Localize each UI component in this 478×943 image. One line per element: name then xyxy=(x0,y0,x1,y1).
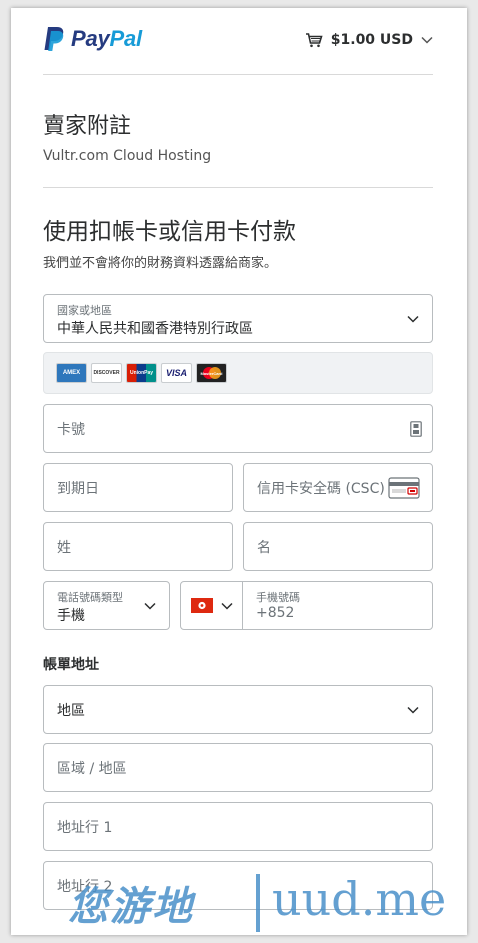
discover-card-icon: DISCOVER xyxy=(91,363,122,383)
amex-card-label: AMEX xyxy=(62,370,81,376)
region-value: 地區 xyxy=(57,702,85,719)
hong-kong-flag-icon xyxy=(191,598,213,613)
phone-type-value: 手機 xyxy=(57,608,85,624)
region-select[interactable]: 地區 xyxy=(43,685,433,734)
expiry-input[interactable]: 到期日 xyxy=(43,463,233,512)
csc-placeholder: 信用卡安全碼 (CSC) xyxy=(257,480,385,497)
mobile-number-prefix: +852 xyxy=(256,605,295,621)
mastercard-card-label: MasterCard xyxy=(200,370,223,376)
cart-amount: $1.00 USD xyxy=(330,32,413,48)
area-placeholder: 區域 / 地區 xyxy=(57,760,127,777)
chevron-down-icon xyxy=(407,315,419,323)
payment-subtitle: 我們並不會將你的財務資料透露給商家。 xyxy=(43,256,278,271)
paypal-wordmark: PayPal xyxy=(71,26,142,52)
address-line1-input[interactable]: 地址行 1 xyxy=(43,802,433,851)
checkout-card: PayPal $1.00 USD 賣家附註 Vultr.com Cloud Ho… xyxy=(11,8,467,935)
divider xyxy=(43,74,433,75)
card-number-placeholder: 卡號 xyxy=(57,421,85,438)
address-line1-placeholder: 地址行 1 xyxy=(57,819,113,836)
billing-address-title: 帳單地址 xyxy=(43,657,99,673)
visa-card-label: VISA xyxy=(165,368,187,378)
first-name-placeholder: 名 xyxy=(257,539,271,556)
logo-pal: Pal xyxy=(109,26,143,51)
paypal-mark-icon xyxy=(44,27,64,51)
mobile-number-input[interactable]: 手機號碼 +852 xyxy=(243,582,432,629)
seller-notes-text: Vultr.com Cloud Hosting xyxy=(43,148,212,164)
paypal-logo: PayPal xyxy=(43,26,142,52)
phone-type-label: 電話號碼類型 xyxy=(57,591,123,604)
mastercard-card-icon: MasterCard xyxy=(196,363,227,383)
chevron-down-icon xyxy=(144,602,156,610)
accepted-cards: AMEX DISCOVER UnionPay VISA MasterCard xyxy=(43,352,433,394)
csc-input[interactable]: 信用卡安全碼 (CSC) xyxy=(243,463,433,512)
first-name-input[interactable]: 名 xyxy=(243,522,433,571)
last-name-placeholder: 姓 xyxy=(57,539,71,556)
unionpay-card-label: UnionPay xyxy=(129,370,154,376)
country-select[interactable]: 國家或地區 中華人民共和國香港特別行政區 xyxy=(43,294,433,343)
chevron-down-icon xyxy=(221,602,233,610)
cart-summary-button[interactable]: $1.00 USD xyxy=(305,32,433,48)
area-input[interactable]: 區域 / 地區 xyxy=(43,743,433,792)
card-lock-icon xyxy=(410,421,422,437)
country-value: 中華人民共和國香港特別行政區 xyxy=(57,321,253,337)
logo-pay: Pay xyxy=(71,26,110,51)
address-line2-input[interactable]: 地址行 2 xyxy=(43,861,433,910)
visa-card-icon: VISA xyxy=(161,363,192,383)
last-name-input[interactable]: 姓 xyxy=(43,522,233,571)
divider xyxy=(43,187,433,188)
card-number-input[interactable]: 卡號 xyxy=(43,404,433,453)
expiry-placeholder: 到期日 xyxy=(57,480,99,497)
country-label: 國家或地區 xyxy=(57,304,112,317)
address-line2-placeholder: 地址行 2 xyxy=(57,878,113,895)
seller-notes-title: 賣家附註 xyxy=(43,114,132,139)
chevron-down-icon xyxy=(407,706,419,714)
header: PayPal $1.00 USD xyxy=(43,26,433,66)
country-code-select[interactable] xyxy=(181,582,243,629)
csc-card-icon xyxy=(388,477,420,499)
discover-card-label: DISCOVER xyxy=(93,370,120,376)
phone-type-select[interactable]: 電話號碼類型 手機 xyxy=(43,581,170,630)
cart-icon xyxy=(305,33,323,48)
unionpay-card-icon: UnionPay xyxy=(126,363,157,383)
phone-group: 手機號碼 +852 xyxy=(180,581,433,630)
mobile-number-label: 手機號碼 xyxy=(256,591,300,604)
amex-card-icon: AMEX xyxy=(56,363,87,383)
chevron-down-icon xyxy=(421,36,433,44)
payment-title: 使用扣帳卡或信用卡付款 xyxy=(43,219,296,245)
